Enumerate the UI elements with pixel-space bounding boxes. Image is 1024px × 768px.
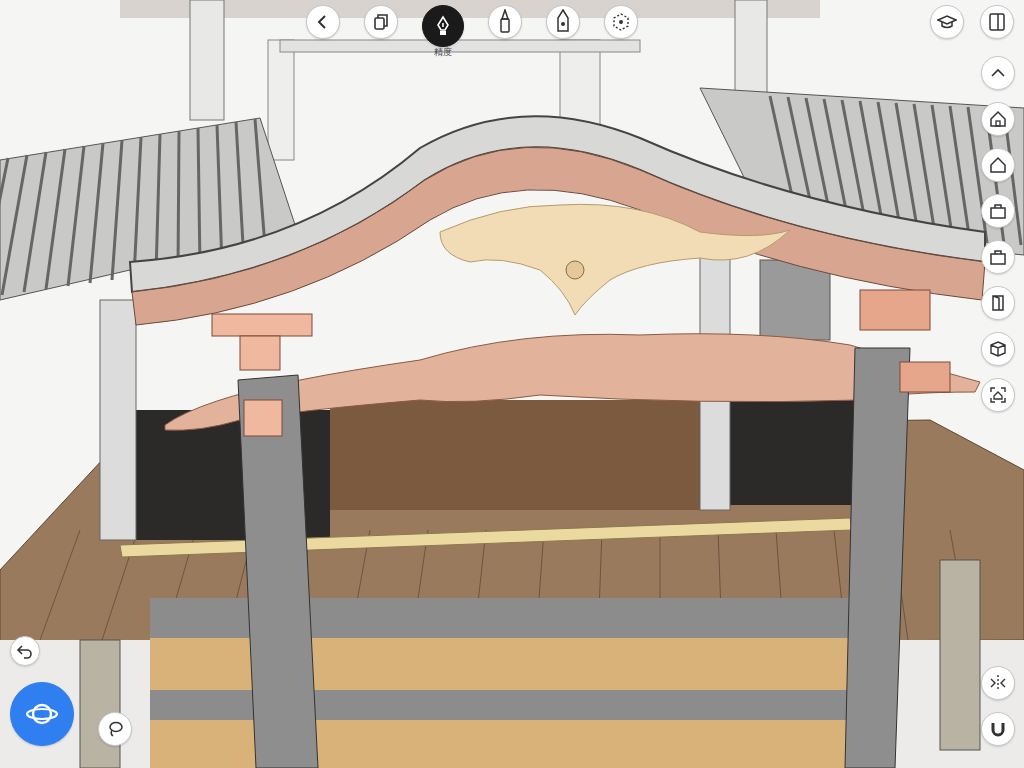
framed-house-icon	[989, 386, 1007, 404]
chevron-up-icon	[990, 65, 1006, 81]
house-view-button[interactable]	[981, 148, 1015, 182]
brush-icon	[496, 9, 514, 35]
gable-board	[132, 147, 985, 325]
marker-button[interactable]	[546, 5, 580, 39]
lasso-icon	[106, 720, 124, 738]
cube-icon	[989, 340, 1007, 358]
bag-icon	[989, 248, 1007, 266]
right-pillar	[845, 348, 910, 768]
tool-slot	[546, 2, 580, 45]
view-rail	[981, 56, 1015, 412]
copy-button[interactable]	[364, 5, 398, 39]
box-icon	[989, 202, 1007, 220]
fountain-pen-icon	[432, 15, 454, 37]
pen-button[interactable]	[422, 5, 464, 47]
undo-button[interactable]	[10, 636, 40, 666]
back-button[interactable]	[306, 5, 340, 39]
transform-cube-icon	[610, 11, 632, 33]
tool-slot	[604, 2, 638, 45]
door-icon	[989, 294, 1007, 312]
home-view-button[interactable]	[981, 102, 1015, 136]
bottom-right-toolbar	[981, 666, 1015, 746]
up-view-button[interactable]	[981, 56, 1015, 90]
transform-button[interactable]	[604, 5, 638, 39]
marker-icon	[554, 9, 572, 35]
cap-button[interactable]	[930, 5, 964, 39]
door-view-button[interactable]	[981, 286, 1015, 320]
chevron-left-icon	[315, 14, 331, 30]
side-panel-icon	[988, 12, 1006, 32]
inner-room	[330, 400, 720, 510]
magnet-button[interactable]	[981, 712, 1015, 746]
tool-slot	[488, 2, 522, 45]
bracket	[212, 314, 312, 336]
bracket	[860, 290, 930, 330]
orbit-icon	[25, 697, 59, 731]
top-right-toolbar	[930, 5, 1014, 39]
undo-icon	[16, 642, 34, 660]
center-ornament	[440, 204, 790, 315]
tool-slot	[306, 2, 340, 45]
brush-button[interactable]	[488, 5, 522, 39]
box-view-button[interactable]	[981, 194, 1015, 228]
app-screen: 精度	[0, 0, 1024, 768]
section-split-icon	[989, 674, 1007, 692]
copy-icon	[372, 13, 390, 31]
tool-slot	[364, 2, 398, 45]
lasso-button[interactable]	[98, 712, 132, 746]
graduation-cap-icon	[937, 13, 957, 31]
top-toolbar: 精度	[306, 2, 638, 58]
panel-button[interactable]	[980, 5, 1014, 39]
magnet-icon	[989, 720, 1007, 738]
model-viewport[interactable]	[0, 0, 1024, 768]
bag-view-button[interactable]	[981, 240, 1015, 274]
left-pillar	[238, 375, 318, 768]
orbit-button[interactable]	[10, 682, 74, 746]
home-icon	[989, 110, 1007, 128]
frame-view-button[interactable]	[981, 378, 1015, 412]
cube-view-button[interactable]	[981, 332, 1015, 366]
house-icon	[989, 156, 1007, 174]
wall-panel	[730, 395, 860, 505]
tool-slot: 精度	[422, 2, 464, 58]
tool-label: 精度	[434, 48, 452, 58]
bottom-left-toolbar	[10, 636, 150, 746]
split-button[interactable]	[981, 666, 1015, 700]
